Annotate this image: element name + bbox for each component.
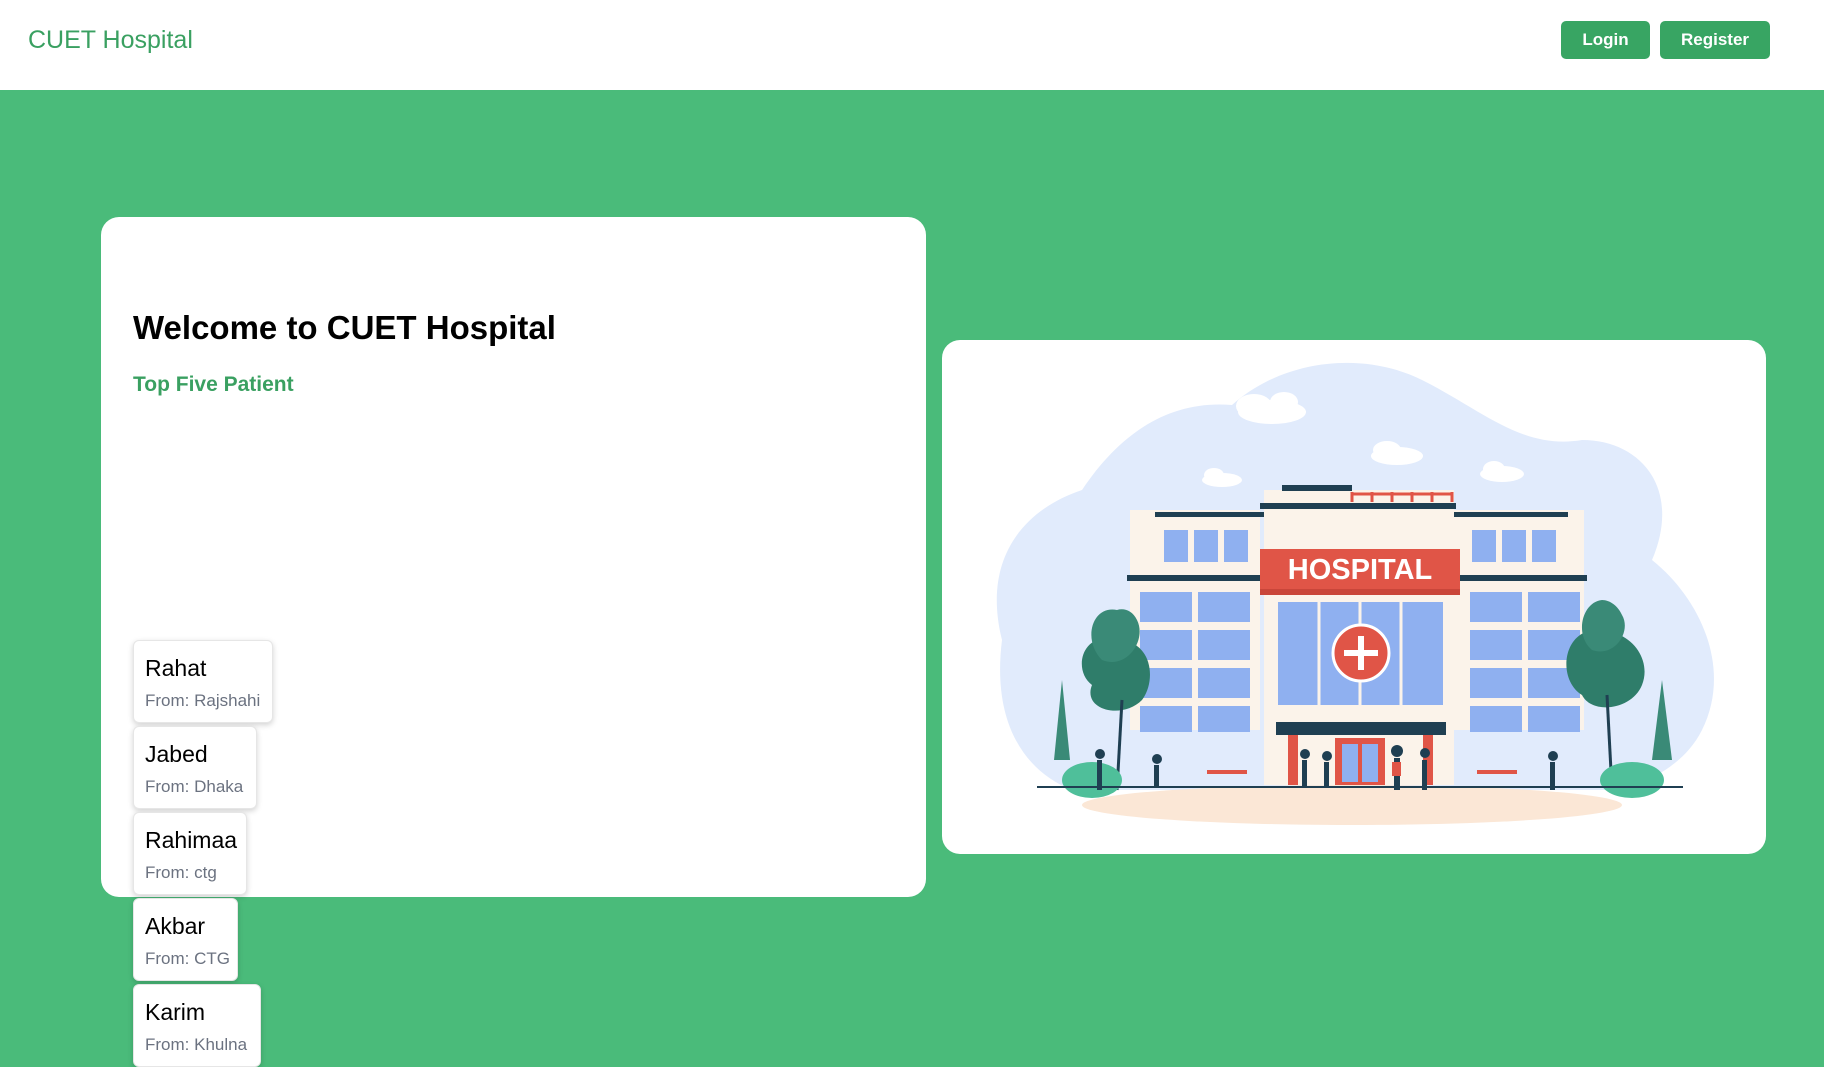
patient-name: Akbar xyxy=(145,913,206,939)
hospital-building-icon: HOSPITAL xyxy=(996,362,1714,825)
patient-name: Jabed xyxy=(145,741,208,767)
patient-card: Jabed From: Dhaka xyxy=(133,726,257,809)
patient-location: From: Dhaka xyxy=(145,777,244,796)
patient-name: Karim xyxy=(145,999,206,1025)
register-button[interactable]: Register xyxy=(1660,21,1770,59)
patient-name: Rahat xyxy=(145,655,207,681)
patient-card: Karim From: Khulna xyxy=(133,984,261,1067)
patient-card: Rahimaa From: ctg xyxy=(133,812,247,895)
patient-location: From: ctg xyxy=(145,863,217,882)
hospital-sign-text: HOSPITAL xyxy=(1288,554,1432,586)
brand-logo[interactable]: CUET Hospital xyxy=(28,26,193,55)
patient-card: Akbar From: CTG xyxy=(133,898,238,981)
page-title: Welcome to CUET Hospital xyxy=(133,309,556,346)
login-button[interactable]: Login xyxy=(1561,21,1650,59)
patient-card: Rahat From: Rajshahi xyxy=(133,640,273,723)
navbar: CUET Hospital Login Register xyxy=(0,0,1824,90)
patient-location: From: Khulna xyxy=(145,1035,248,1054)
top-patients-heading: Top Five Patient xyxy=(133,373,294,396)
welcome-card: Welcome to CUET Hospital Top Five Patien… xyxy=(101,217,926,1067)
patient-name: Rahimaa xyxy=(145,827,238,853)
patient-location: From: Rajshahi xyxy=(145,691,261,710)
patient-location: From: CTG xyxy=(145,949,230,968)
illustration-card: HOSPITAL xyxy=(942,340,1766,854)
